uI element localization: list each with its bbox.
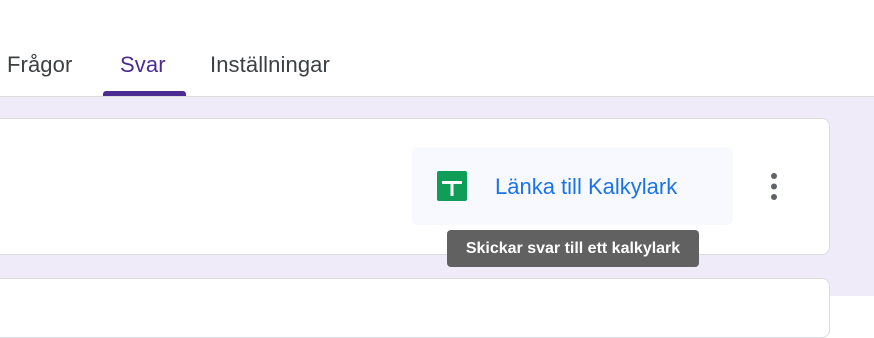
tooltip: Skickar svar till ett kalkylark (447, 230, 699, 267)
link-to-sheets-button[interactable]: Länka till Kalkylark (412, 147, 733, 225)
more-options-button[interactable] (754, 166, 794, 206)
responses-secondary-card (0, 278, 830, 338)
tab-questions[interactable]: Frågor (7, 52, 72, 78)
more-vert-icon (771, 173, 777, 200)
form-tab-bar: Frågor Svar Inställningar (0, 0, 874, 97)
active-tab-indicator (103, 91, 186, 96)
google-sheets-icon (437, 171, 467, 201)
link-to-sheets-label: Länka till Kalkylark (495, 174, 678, 199)
tab-settings[interactable]: Inställningar (210, 52, 330, 78)
tab-responses[interactable]: Svar (120, 52, 166, 78)
